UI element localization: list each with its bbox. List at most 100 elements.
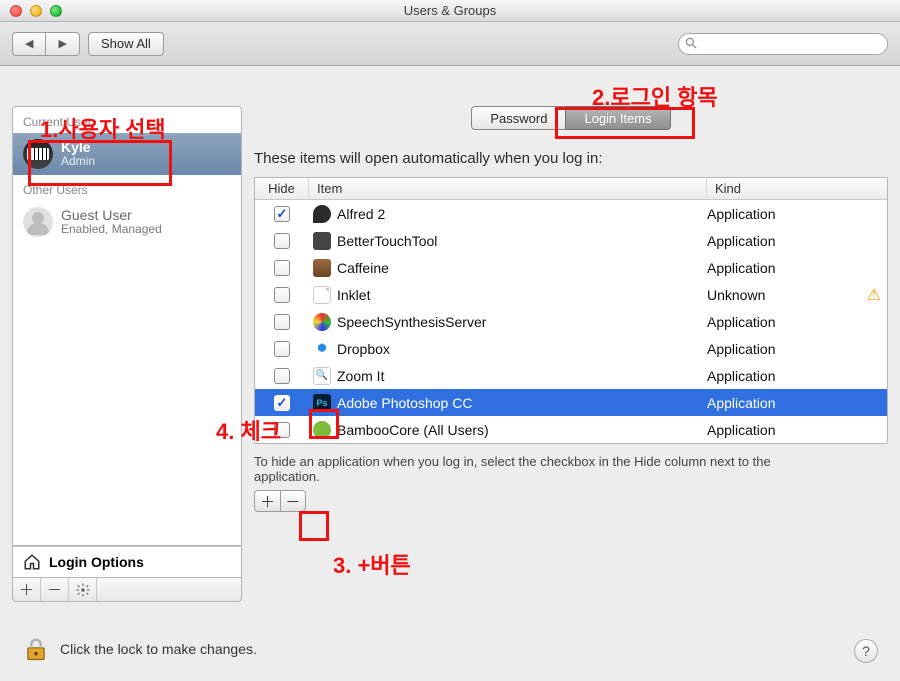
app-icon bbox=[313, 313, 331, 331]
item-kind: Application bbox=[707, 314, 776, 330]
login-options-button[interactable]: Login Options bbox=[12, 546, 242, 578]
col-item[interactable]: Item bbox=[309, 178, 707, 199]
minimize-window-button[interactable] bbox=[30, 5, 42, 17]
table-row[interactable]: Inklet Unknown ⚠ bbox=[255, 281, 887, 308]
forward-button[interactable]: ▶ bbox=[45, 32, 79, 56]
item-name: SpeechSynthesisServer bbox=[337, 314, 486, 330]
item-name: Dropbox bbox=[337, 341, 390, 357]
search-input[interactable] bbox=[678, 33, 888, 55]
add-user-button[interactable]: ＋ bbox=[13, 578, 41, 601]
content: Current User Kyle Admin Other Users Gues… bbox=[0, 66, 900, 612]
sidebar: Current User Kyle Admin Other Users Gues… bbox=[12, 106, 242, 602]
hide-checkbox[interactable] bbox=[274, 287, 290, 303]
table-row[interactable]: BetterTouchTool Application bbox=[255, 227, 887, 254]
add-login-item-button[interactable]: ＋ bbox=[254, 490, 280, 512]
lock-text: Click the lock to make changes. bbox=[60, 641, 257, 657]
item-kind: Application bbox=[707, 422, 776, 438]
add-remove-login-item: ＋ － bbox=[254, 490, 888, 512]
close-window-button[interactable] bbox=[10, 5, 22, 17]
table-row[interactable]: Zoom It Application bbox=[255, 362, 887, 389]
help-button[interactable]: ? bbox=[854, 639, 878, 663]
hide-checkbox[interactable] bbox=[274, 233, 290, 249]
gear-icon bbox=[76, 583, 90, 597]
app-icon bbox=[313, 259, 331, 277]
user-name: Kyle bbox=[61, 140, 95, 155]
search-icon bbox=[684, 36, 698, 50]
item-kind: Application bbox=[707, 368, 776, 384]
toolbar: ◀ ▶ Show All bbox=[0, 22, 900, 66]
app-icon bbox=[313, 421, 331, 439]
traffic-lights bbox=[10, 5, 62, 17]
app-icon bbox=[313, 340, 331, 358]
remove-user-button[interactable]: － bbox=[41, 578, 69, 601]
nav-buttons: ◀ ▶ bbox=[12, 32, 80, 56]
user-role: Admin bbox=[61, 155, 95, 168]
question-icon: ? bbox=[862, 643, 870, 659]
search-wrap bbox=[678, 33, 888, 55]
home-icon bbox=[23, 553, 41, 571]
avatar bbox=[23, 139, 53, 169]
titlebar: Users & Groups bbox=[0, 0, 900, 22]
tab-login-items[interactable]: Login Items bbox=[565, 106, 670, 130]
item-kind: Application bbox=[707, 206, 776, 222]
table-row[interactable]: SpeechSynthesisServer Application bbox=[255, 308, 887, 335]
hide-checkbox[interactable] bbox=[274, 260, 290, 276]
zoom-window-button[interactable] bbox=[50, 5, 62, 17]
other-users-label: Other Users bbox=[13, 175, 241, 201]
item-name: BambooCore (All Users) bbox=[337, 422, 489, 438]
hide-checkbox[interactable] bbox=[274, 422, 290, 438]
hide-checkbox[interactable] bbox=[274, 395, 290, 411]
lock-icon[interactable] bbox=[22, 635, 50, 663]
col-hide[interactable]: Hide bbox=[255, 178, 309, 199]
item-name: Alfred 2 bbox=[337, 206, 385, 222]
chevron-left-icon: ◀ bbox=[25, 37, 33, 50]
remove-login-item-button[interactable]: － bbox=[280, 490, 306, 512]
table-row[interactable]: Alfred 2 Application bbox=[255, 200, 887, 227]
table-row[interactable]: Caffeine Application bbox=[255, 254, 887, 281]
hide-checkbox[interactable] bbox=[274, 206, 290, 222]
tab-password[interactable]: Password bbox=[471, 106, 565, 130]
item-name: Adobe Photoshop CC bbox=[337, 395, 472, 411]
user-role: Enabled, Managed bbox=[61, 223, 162, 236]
hide-hint: To hide an application when you log in, … bbox=[254, 454, 814, 484]
user-name: Guest User bbox=[61, 208, 162, 223]
warning-icon: ⚠ bbox=[867, 285, 881, 305]
show-all-button[interactable]: Show All bbox=[88, 32, 164, 56]
login-items-table: Hide Item Kind Alfred 2ApplicationBetter… bbox=[254, 177, 888, 444]
item-kind: Application bbox=[707, 260, 776, 276]
login-items-description: These items will open automatically when… bbox=[254, 150, 888, 167]
app-icon bbox=[313, 232, 331, 250]
lock-row: Click the lock to make changes. bbox=[22, 635, 257, 663]
item-kind: Application bbox=[707, 233, 776, 249]
table-row[interactable]: Dropbox Application bbox=[255, 335, 887, 362]
app-icon bbox=[313, 367, 331, 385]
item-name: Inklet bbox=[337, 287, 370, 303]
item-name: Caffeine bbox=[337, 260, 389, 276]
app-icon bbox=[313, 286, 331, 304]
window-title: Users & Groups bbox=[0, 3, 900, 18]
sidebar-footer: ＋ － bbox=[12, 578, 242, 602]
table-row[interactable]: Adobe Photoshop CC Application bbox=[255, 389, 887, 416]
avatar bbox=[23, 207, 53, 237]
user-row-guest[interactable]: Guest User Enabled, Managed bbox=[13, 201, 241, 243]
login-options-label: Login Options bbox=[49, 554, 144, 570]
item-kind: Unknown bbox=[707, 287, 765, 303]
user-list: Current User Kyle Admin Other Users Gues… bbox=[12, 106, 242, 546]
current-user-label: Current User bbox=[13, 107, 241, 133]
user-actions-button[interactable] bbox=[69, 578, 97, 601]
hide-checkbox[interactable] bbox=[274, 341, 290, 357]
col-kind[interactable]: Kind bbox=[707, 178, 887, 199]
back-button[interactable]: ◀ bbox=[12, 32, 45, 56]
main-panel: Password Login Items These items will op… bbox=[254, 106, 888, 602]
item-kind: Application bbox=[707, 395, 776, 411]
table-header: Hide Item Kind bbox=[255, 178, 887, 200]
table-row[interactable]: BambooCore (All Users) Application bbox=[255, 416, 887, 443]
item-kind: Application bbox=[707, 341, 776, 357]
user-row-kyle[interactable]: Kyle Admin bbox=[13, 133, 241, 175]
app-icon bbox=[313, 205, 331, 223]
hide-checkbox[interactable] bbox=[274, 368, 290, 384]
hide-checkbox[interactable] bbox=[274, 314, 290, 330]
item-name: BetterTouchTool bbox=[337, 233, 437, 249]
app-icon bbox=[313, 394, 331, 412]
item-name: Zoom It bbox=[337, 368, 384, 384]
